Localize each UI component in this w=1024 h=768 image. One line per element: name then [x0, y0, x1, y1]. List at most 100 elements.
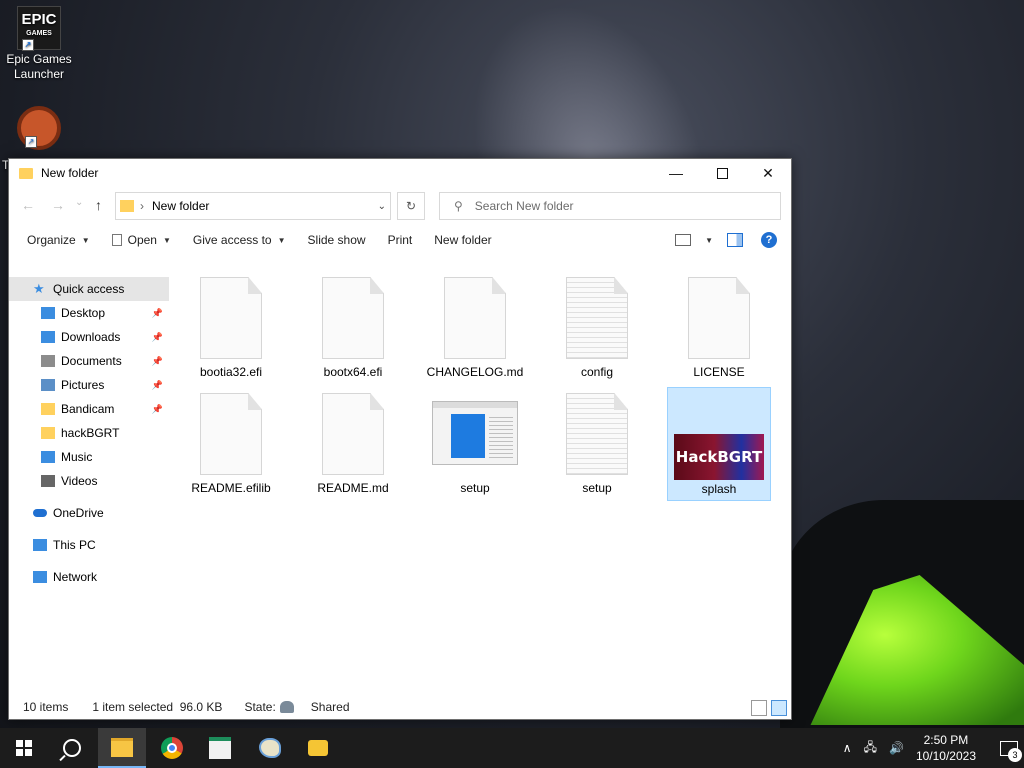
nav-item-documents[interactable]: Documents 📌 — [9, 349, 169, 373]
title-bar[interactable]: New folder — ✕ — [9, 159, 791, 187]
blank-file-icon — [322, 277, 384, 359]
preview-pane-icon[interactable] — [727, 233, 743, 247]
nav-item-this-pc[interactable]: This PC — [9, 533, 169, 557]
nav-item-onedrive[interactable]: OneDrive — [9, 501, 169, 525]
file-item[interactable]: setup — [545, 387, 649, 501]
clock[interactable]: 2:50 PM 10/10/2023 — [916, 732, 976, 764]
give-access-button[interactable]: Give access to ▼ — [193, 233, 286, 247]
blank-file-icon — [688, 277, 750, 359]
open-button[interactable]: Open ▼ — [111, 233, 171, 247]
image-thumbnail: HackBGRT — [674, 434, 764, 480]
new-folder-button[interactable]: New folder — [434, 233, 491, 247]
change-view-icon[interactable] — [675, 234, 692, 246]
file-item[interactable]: HackBGRT splash — [667, 387, 771, 501]
taskbar-search-button[interactable] — [48, 728, 96, 768]
nav-item-bandicam[interactable]: Bandicam 📌 — [9, 397, 169, 421]
nav-item-hackbgrt[interactable]: hackBGRT — [9, 421, 169, 445]
maximize-button[interactable] — [699, 159, 745, 187]
tf2-logo-icon: ↗ — [17, 106, 61, 150]
documents-icon — [41, 355, 55, 367]
breadcrumb-item[interactable]: New folder — [152, 199, 209, 213]
address-bar[interactable]: › New folder ⌄ — [115, 192, 391, 220]
taskbar-paint[interactable] — [246, 728, 294, 768]
file-item[interactable]: CHANGELOG.md — [423, 271, 527, 385]
shared-users-icon — [279, 701, 294, 713]
clock-time: 2:50 PM — [923, 733, 969, 747]
back-button[interactable]: ← — [21, 197, 35, 213]
file-item[interactable]: LICENSE — [667, 271, 771, 385]
file-item[interactable]: setup — [423, 387, 527, 501]
nav-item-quick-access[interactable]: ★ Quick access — [9, 277, 169, 301]
file-name: setup — [582, 481, 612, 495]
pin-icon: 📌 — [151, 331, 163, 342]
file-item[interactable]: README.md — [301, 387, 405, 501]
folder-icon — [19, 167, 33, 179]
organize-button[interactable]: Organize ▼ — [27, 233, 90, 247]
desktop-icon-label: Epic Games Launcher — [6, 52, 72, 81]
file-item[interactable]: bootx64.efi — [301, 271, 405, 385]
taskbar-file-explorer[interactable] — [98, 728, 146, 768]
nav-item-network[interactable]: Network — [9, 565, 169, 589]
state-label: State: — [244, 700, 276, 714]
status-bar: 10 items 1 item selected 96.0 KB State: … — [9, 695, 791, 719]
start-button[interactable] — [0, 728, 48, 768]
nav-item-label: Videos — [61, 474, 98, 488]
taskbar-chat-app[interactable] — [294, 728, 342, 768]
music-icon — [41, 451, 55, 463]
desktop-icon — [41, 307, 55, 319]
taskbar-chrome[interactable] — [148, 728, 196, 768]
details-view-button[interactable] — [751, 700, 767, 716]
setup-app-icon — [432, 401, 518, 465]
large-icons-view-button[interactable] — [771, 700, 787, 716]
folder-icon — [41, 403, 55, 415]
folder-icon — [120, 200, 134, 212]
desktop-icon-epic-games[interactable]: EPIC GAMES ↗ Epic Games Launcher — [4, 6, 74, 82]
taskbar-app-window[interactable] — [196, 728, 244, 768]
nav-item-pictures[interactable]: Pictures 📌 — [9, 373, 169, 397]
file-item[interactable]: config — [545, 271, 649, 385]
print-button[interactable]: Print — [388, 233, 413, 247]
nav-item-label: Desktop — [61, 306, 106, 320]
file-explorer-icon — [111, 737, 133, 757]
caret-down-icon[interactable]: ▼ — [705, 236, 713, 245]
windows-logo-icon — [16, 740, 32, 756]
nav-item-desktop[interactable]: Desktop 📌 — [9, 301, 169, 325]
help-button[interactable]: ? — [761, 232, 777, 248]
selection-info: 1 item selected 96.0 KB — [92, 700, 223, 714]
volume-icon[interactable]: 🔊 — [889, 741, 904, 755]
file-name: README.efilib — [191, 481, 271, 495]
minimize-button[interactable]: — — [653, 159, 699, 187]
search-input[interactable] — [472, 198, 757, 214]
file-name: README.md — [317, 481, 389, 495]
slide-show-button[interactable]: Slide show — [308, 233, 366, 247]
network-icon[interactable]: 🖧 — [864, 738, 877, 759]
nav-item-downloads[interactable]: Downloads 📌 — [9, 325, 169, 349]
desktop-icon-tf2[interactable]: ↗ T — [2, 106, 74, 172]
breadcrumb-separator: › — [140, 199, 144, 213]
download-icon — [41, 331, 55, 343]
state-value: Shared — [310, 700, 350, 714]
folder-icon — [41, 427, 55, 439]
blank-file-icon — [200, 393, 262, 475]
up-button[interactable]: ↑ — [95, 197, 102, 213]
navigation-pane: ★ Quick access Desktop 📌 Downloads 📌 Documents… — [9, 277, 169, 695]
nav-item-label: Bandicam — [61, 402, 115, 416]
nav-item-videos[interactable]: Videos — [9, 469, 169, 493]
file-item[interactable]: README.efilib — [179, 387, 283, 501]
tray-chevron-icon[interactable]: ∧ — [843, 741, 852, 755]
action-center-button[interactable]: 3 — [994, 728, 1024, 768]
search-box[interactable]: ⚲ — [439, 192, 781, 220]
refresh-button[interactable]: ↻ — [397, 192, 425, 220]
file-item[interactable]: bootia32.efi — [179, 271, 283, 385]
state-value-wrap: Shared — [279, 700, 350, 714]
close-button[interactable]: ✕ — [745, 159, 791, 187]
nav-item-music[interactable]: Music — [9, 445, 169, 469]
file-name: bootia32.efi — [199, 365, 263, 379]
recent-locations-button[interactable]: ⌄ — [75, 197, 83, 208]
chat-bubble-icon — [308, 740, 328, 756]
address-dropdown-icon[interactable]: ⌄ — [378, 201, 386, 212]
file-name: LICENSE — [693, 365, 745, 379]
file-name: setup — [460, 481, 490, 495]
forward-button[interactable]: → — [51, 197, 65, 213]
file-name: config — [580, 365, 614, 379]
